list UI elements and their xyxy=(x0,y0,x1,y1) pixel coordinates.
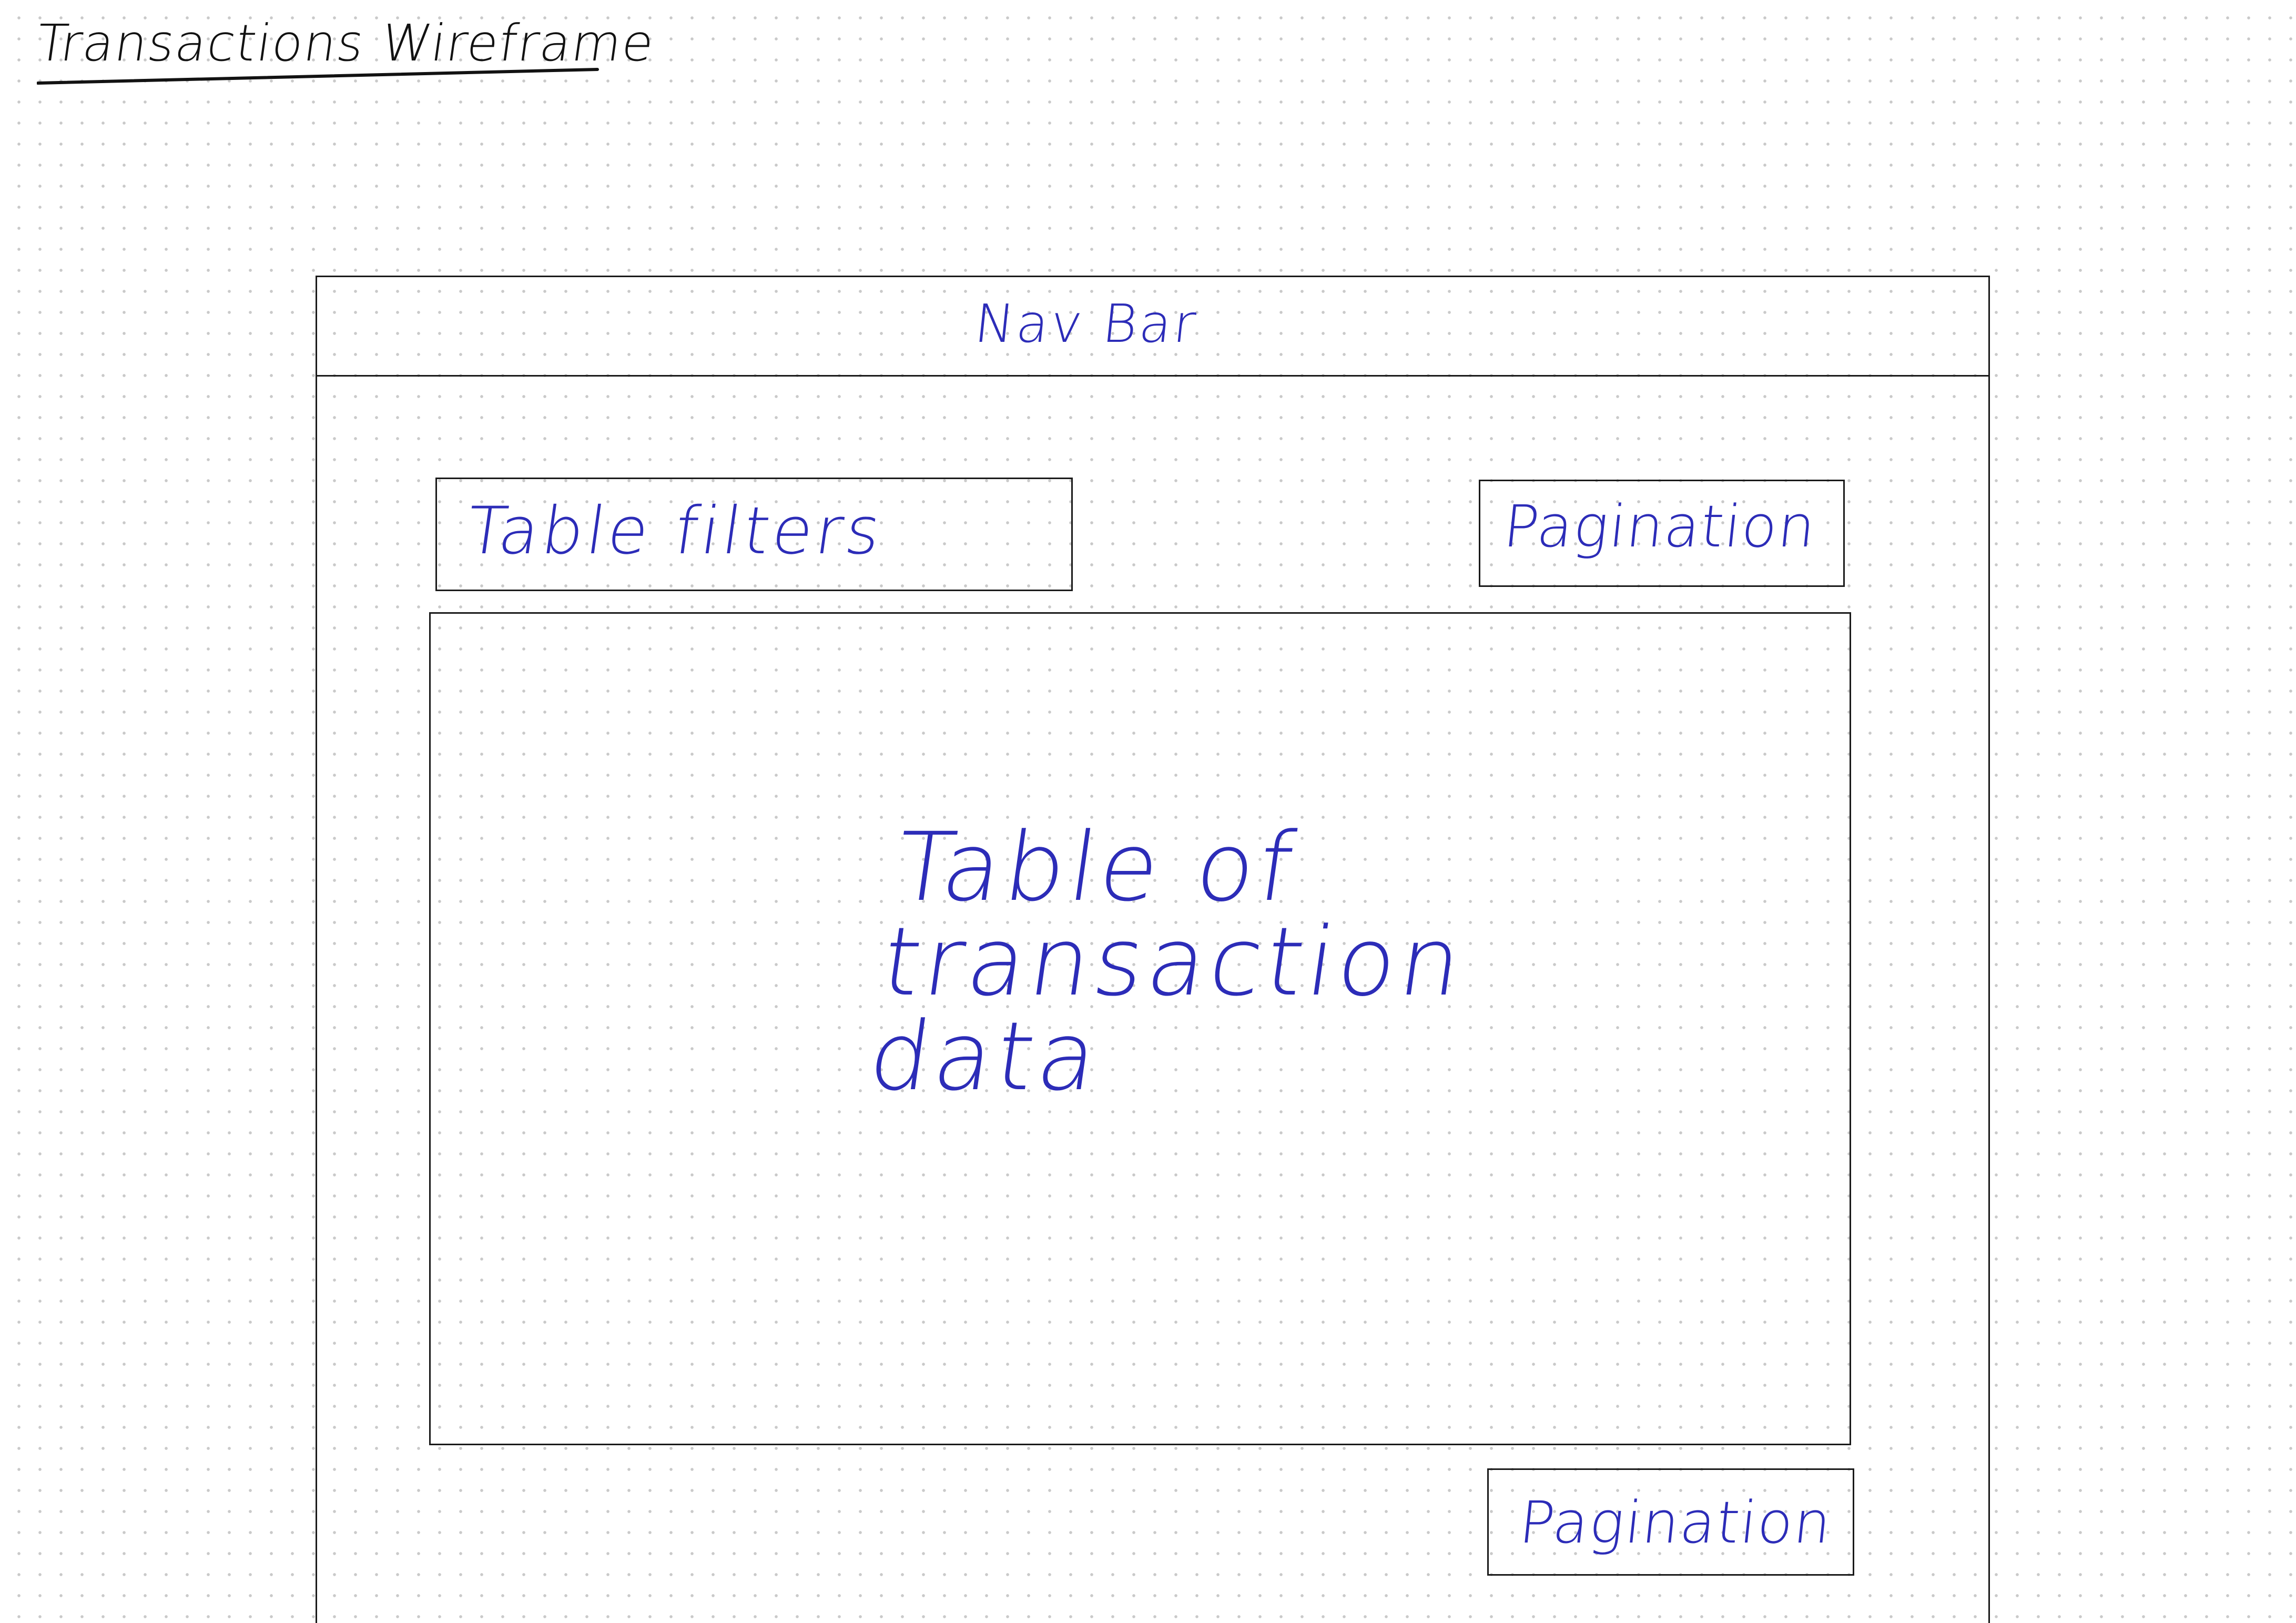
pagination-bottom-label: Pagination xyxy=(1516,1489,1835,1556)
pagination-top-label: Pagination xyxy=(1500,493,1820,560)
table-filters-label: Table filters xyxy=(461,493,889,569)
nav-bar-label: Nav Bar xyxy=(971,293,1201,354)
wireframe-title: Transactions Wireframe xyxy=(33,14,659,73)
title-underline xyxy=(37,68,599,85)
transactions-table-label: Table of transaction data xyxy=(862,813,1472,1112)
